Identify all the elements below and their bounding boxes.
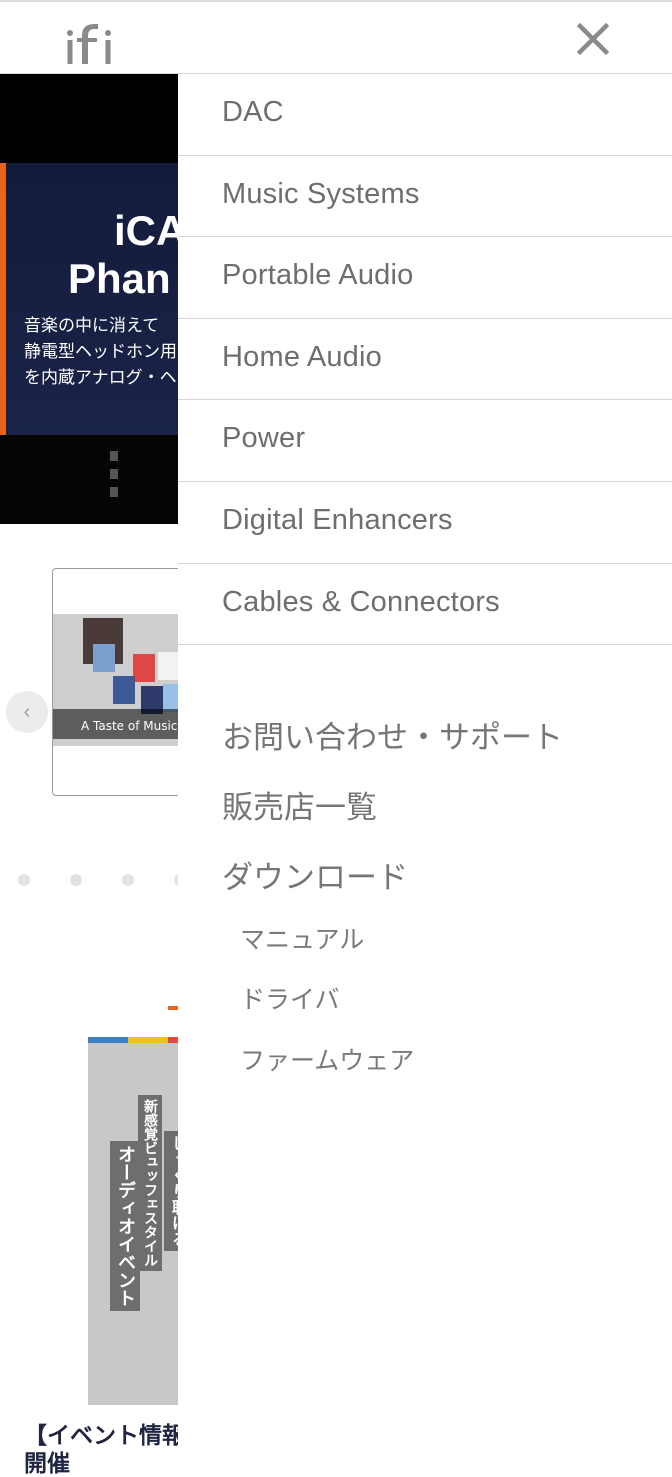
stripe-blue bbox=[88, 1037, 128, 1043]
menu-item-label: Digital Enhancers bbox=[222, 503, 453, 536]
menu-item-portable-audio[interactable]: Portable Audio bbox=[178, 237, 672, 319]
hero-description: 音楽の中に消えて 静電型ヘッドホン用 を内蔵アナログ・ヘ bbox=[24, 313, 177, 391]
menu-item-label: DAC bbox=[222, 96, 284, 128]
carousel-dot[interactable] bbox=[18, 874, 30, 886]
carousel-dot[interactable] bbox=[122, 874, 134, 886]
event-vertical-text-1: 新感覚ビュッフェスタイル bbox=[138, 1095, 162, 1271]
card-caption: A Taste of Music bbox=[81, 719, 178, 733]
carousel-dot[interactable] bbox=[70, 874, 82, 886]
menu-item-home-audio[interactable]: Home Audio bbox=[178, 319, 672, 401]
support-link[interactable]: お問い合わせ・サポート bbox=[222, 712, 563, 757]
menu-item-label: Cables & Connectors bbox=[222, 585, 500, 618]
hero-title: iCA Phan bbox=[68, 207, 186, 303]
menu-item-label: Music Systems bbox=[222, 177, 420, 210]
firmware-link[interactable]: ファームウェア bbox=[240, 1041, 414, 1077]
hero-title-line1: iCA bbox=[114, 207, 187, 254]
ifi-logo[interactable]: ifi bbox=[64, 16, 116, 66]
menu-item-label: Power bbox=[222, 422, 306, 455]
product-detail bbox=[110, 451, 118, 497]
close-icon[interactable] bbox=[574, 20, 612, 58]
hero-desc-line2: 静電型ヘッドホン用 bbox=[24, 342, 177, 362]
download-link[interactable]: ダウンロード bbox=[222, 852, 408, 897]
menu-item-power[interactable]: Power bbox=[178, 400, 672, 482]
menu-item-label: Portable Audio bbox=[222, 259, 414, 292]
nav-menu: DAC Music Systems Portable Audio Home Au… bbox=[178, 74, 672, 1477]
stripe-yellow bbox=[128, 1037, 168, 1043]
site-header: ifi bbox=[0, 0, 672, 74]
hero-desc-line3: を内蔵アナログ・ヘ bbox=[24, 368, 177, 388]
chevron-left-icon[interactable]: ‹ bbox=[6, 691, 48, 733]
menu-item-cables-connectors[interactable]: Cables & Connectors bbox=[178, 564, 672, 646]
driver-link[interactable]: ドライバ bbox=[240, 980, 340, 1016]
menu-item-digital-enhancers[interactable]: Digital Enhancers bbox=[178, 482, 672, 564]
menu-item-music-systems[interactable]: Music Systems bbox=[178, 156, 672, 238]
manual-link[interactable]: マニュアル bbox=[240, 920, 364, 956]
menu-item-dac[interactable]: DAC bbox=[178, 74, 672, 156]
menu-item-label: Home Audio bbox=[222, 340, 382, 373]
event-vertical-text-2: オーディオイベント bbox=[110, 1141, 140, 1311]
hero-title-line2: Phan bbox=[68, 255, 171, 302]
hero-desc-line1: 音楽の中に消えて bbox=[24, 316, 160, 336]
dealers-link[interactable]: 販売店一覧 bbox=[222, 782, 377, 827]
